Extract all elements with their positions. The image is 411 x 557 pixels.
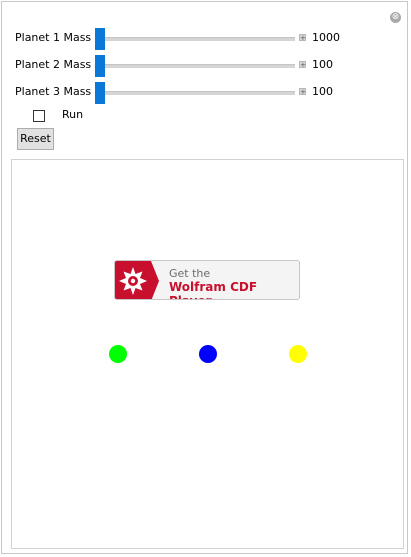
slider-row-planet-2: Planet 2 Mass + 100 xyxy=(15,55,405,77)
planet-2-dot xyxy=(199,345,217,363)
expand-plus-icon[interactable]: + xyxy=(299,34,306,42)
expand-plus-icon[interactable]: + xyxy=(299,61,306,69)
expand-plus-icon[interactable]: + xyxy=(299,88,306,96)
slider-value: 100 xyxy=(312,58,333,71)
slider-thumb[interactable] xyxy=(95,28,105,50)
slider-value: 100 xyxy=(312,85,333,98)
cdf-player-banner[interactable]: Get the Wolfram CDF Player xyxy=(114,260,300,300)
slider-track[interactable] xyxy=(98,91,295,95)
run-label: Run xyxy=(62,108,84,121)
slider-thumb[interactable] xyxy=(95,55,105,77)
manipulate-panel: ⊗ Planet 1 Mass + 1000 Planet 2 Mass + 1… xyxy=(1,1,408,554)
planet-1-dot xyxy=(109,345,127,363)
slider-value: 1000 xyxy=(312,31,340,44)
slider-label: Planet 3 Mass xyxy=(15,85,92,98)
simulation-canvas: Get the Wolfram CDF Player xyxy=(11,159,404,549)
run-checkbox[interactable] xyxy=(33,110,45,122)
slider-row-planet-1: Planet 1 Mass + 1000 xyxy=(15,28,405,50)
wolfram-spikey-icon xyxy=(115,261,159,299)
banner-line2: Wolfram CDF Player xyxy=(169,280,258,299)
slider-track[interactable] xyxy=(98,64,295,68)
slider-thumb[interactable] xyxy=(95,82,105,104)
slider-label: Planet 1 Mass xyxy=(15,31,92,44)
slider-row-planet-3: Planet 3 Mass + 100 xyxy=(15,82,405,104)
close-icon[interactable]: ⊗ xyxy=(390,12,401,23)
banner-line1: Get the xyxy=(169,267,211,280)
slider-track[interactable] xyxy=(98,37,295,41)
reset-button[interactable]: Reset xyxy=(17,128,54,150)
planet-3-dot xyxy=(289,345,307,363)
slider-label: Planet 2 Mass xyxy=(15,58,92,71)
